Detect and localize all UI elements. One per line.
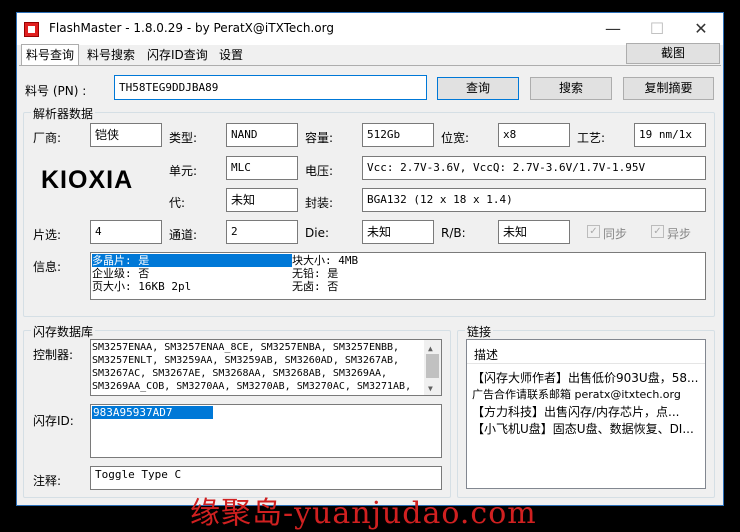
cell-label: 单元: — [169, 164, 198, 178]
sync-checkbox[interactable]: ✓ — [587, 225, 600, 238]
info-enterprise: 企业级: 否 — [92, 267, 150, 280]
rb-label: R/B: — [441, 226, 466, 240]
process-field[interactable]: 19 nm/1x — [634, 123, 706, 147]
copy-summary-button[interactable]: 复制摘要 — [623, 77, 714, 100]
chip-enable-label: 片选: — [33, 228, 62, 242]
process-label: 工艺: — [577, 131, 606, 145]
package-field[interactable]: BGA132 (12 x 18 x 1.4) — [362, 188, 706, 212]
generation-label: 代: — [169, 196, 186, 210]
capacity-label: 容量: — [305, 131, 334, 145]
link-item[interactable]: 【小飞机U盘】固态U盘、数据恢复、DI... — [472, 420, 704, 437]
controller-line: SM3257ENLT, SM3259AA, SM3259AB, SM3260AD… — [92, 355, 400, 366]
controller-line: SM3257ENAA, SM3257ENAA_8CE, SM3257ENBA, … — [92, 342, 400, 353]
controller-label: 控制器: — [33, 348, 74, 362]
app-window: FlashMaster - 1.8.0.29 - by PeratX@iTXTe… — [16, 12, 724, 506]
info-page-size: 页大小: 16KB 2pl — [92, 280, 192, 293]
async-checkbox[interactable]: ✓ — [651, 225, 664, 238]
controller-textarea[interactable]: SM3257ENAA, SM3257ENAA_8CE, SM3257ENBA, … — [90, 339, 442, 396]
screenshot-button[interactable]: 截图 — [626, 43, 720, 64]
async-label: 异步 — [667, 227, 692, 241]
width-label: 位宽: — [441, 131, 470, 145]
kioxia-logo: KIOXIA — [41, 166, 134, 194]
type-field[interactable]: NAND — [226, 123, 298, 147]
chip-enable-field[interactable]: 4 — [90, 220, 162, 244]
flash-id-label: 闪存ID: — [33, 414, 74, 428]
info-multi-die: 多晶片: 是 — [92, 254, 150, 267]
note-label: 注释: — [33, 474, 62, 488]
die-label: Die: — [305, 226, 329, 240]
channel-field[interactable]: 2 — [226, 220, 298, 244]
part-number-input[interactable]: TH58TEG9DDJBA89 — [114, 75, 427, 100]
flash-id-textarea[interactable]: 983A95937AD7 — [90, 404, 442, 458]
links-header[interactable]: 描述 — [467, 340, 705, 364]
close-icon[interactable]: ✕ — [679, 13, 723, 45]
info-label: 信息: — [33, 260, 62, 274]
flash-db-title: 闪存数据库 — [31, 323, 96, 340]
info-lead-free: 无铅: 是 — [292, 267, 339, 280]
tab-pane: 料号 (PN) : TH58TEG9DDJBA89 查询 搜索 复制摘要 解析器… — [19, 65, 721, 505]
title-bar[interactable]: FlashMaster - 1.8.0.29 - by PeratX@iTXTe… — [17, 13, 723, 45]
info-textarea[interactable]: 多晶片: 是 块大小: 4MB 企业级: 否 无铅: 是 页大小: 16KB 2… — [90, 252, 706, 300]
scroll-down-icon[interactable]: ▼ — [428, 382, 433, 395]
voltage-label: 电压: — [305, 164, 334, 178]
tab-settings[interactable]: 设置 — [215, 45, 247, 65]
links-header-description: 描述 — [474, 348, 499, 362]
rb-field[interactable]: 未知 — [498, 220, 570, 244]
package-label: 封装: — [305, 196, 334, 210]
width-field[interactable]: x8 — [498, 123, 570, 147]
controller-scrollbar[interactable]: ▲ ▼ — [424, 340, 441, 395]
watermark-text: 缘聚岛-yuanjudao.com — [190, 496, 537, 531]
link-item[interactable]: 广告合作请联系邮箱 peratx@itxtech.org — [472, 386, 704, 402]
die-field[interactable]: 未知 — [362, 220, 434, 244]
link-item[interactable]: 【方力科技】出售闪存/内存芯片，点... — [472, 403, 704, 420]
cell-field[interactable]: MLC — [226, 156, 298, 180]
tab-flash-id-query[interactable]: 闪存ID查询 — [143, 45, 212, 65]
note-field[interactable]: Toggle Type C — [90, 466, 442, 490]
minimize-icon[interactable]: — — [591, 13, 635, 45]
search-button[interactable]: 搜索 — [530, 77, 612, 100]
flash-id-value: 983A95937AD7 — [92, 406, 213, 419]
window-title: FlashMaster - 1.8.0.29 - by PeratX@iTXTe… — [49, 21, 334, 35]
vendor-field[interactable]: 铠侠 — [90, 123, 162, 147]
part-number-label: 料号 (PN) : — [25, 84, 87, 98]
controller-line: SM3269AA_COB, SM3270AA, SM3270AB, SM3270… — [92, 381, 412, 392]
tab-part-search[interactable]: 料号搜索 — [83, 45, 139, 65]
info-block-size: 块大小: 4MB — [292, 254, 359, 267]
channel-label: 通道: — [169, 228, 198, 242]
tab-part-query[interactable]: 料号查询 — [21, 44, 80, 66]
sync-label: 同步 — [603, 227, 628, 241]
type-label: 类型: — [169, 131, 198, 145]
parser-data-title: 解析器数据 — [31, 105, 96, 122]
links-list[interactable]: 描述 【闪存大师作者】出售低价903U盘，58... 广告合作请联系邮箱 per… — [466, 339, 706, 489]
vendor-label: 厂商: — [33, 131, 62, 145]
generation-field[interactable]: 未知 — [226, 188, 298, 212]
query-button[interactable]: 查询 — [437, 77, 519, 100]
maximize-icon[interactable]: ☐ — [635, 13, 679, 45]
info-halogen-free: 无卤: 否 — [292, 280, 339, 293]
controller-line: SM3267AC, SM3267AE, SM3268AA, SM3268AB, … — [92, 368, 388, 379]
scroll-thumb[interactable] — [426, 354, 439, 378]
voltage-field[interactable]: Vcc: 2.7V-3.6V, VccQ: 2.7V-3.6V/1.7V-1.9… — [362, 156, 706, 180]
links-title: 链接 — [465, 323, 494, 340]
link-item[interactable]: 【闪存大师作者】出售低价903U盘，58... — [472, 369, 704, 386]
capacity-field[interactable]: 512Gb — [362, 123, 434, 147]
app-icon — [24, 22, 39, 37]
